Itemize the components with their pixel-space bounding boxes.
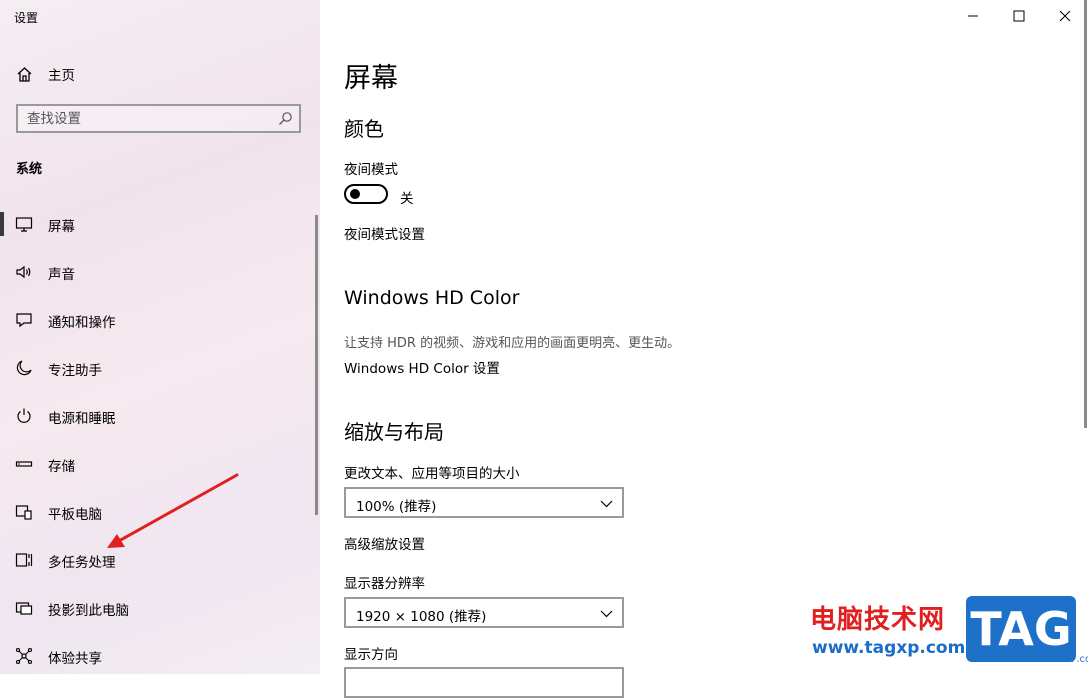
main-content: 屏幕 颜色 夜间模式 关 夜间模式设置 Windows HD Color 让支持… — [344, 0, 1064, 698]
sidebar-item-label: 声音 — [48, 267, 75, 283]
home-label: 主页 — [48, 68, 75, 84]
notification-icon — [16, 313, 32, 328]
speaker-icon — [16, 265, 31, 279]
sidebar-item-shared-experiences[interactable]: 体验共享 — [0, 632, 320, 674]
scale-layout-heading: 缩放与布局 — [344, 420, 444, 444]
sidebar-item-tablet[interactable]: 平板电脑 — [0, 488, 320, 536]
color-heading: 颜色 — [344, 117, 384, 141]
storage-icon — [15, 461, 33, 467]
sidebar: 设置 主页 系统 屏幕 声音 通知和操作 专注助手 电源和睡眠 — [0, 0, 320, 674]
night-mode-toggle[interactable] — [344, 184, 388, 204]
tablet-icon — [15, 505, 32, 520]
night-mode-label: 夜间模式 — [344, 162, 398, 178]
sidebar-item-label: 平板电脑 — [48, 507, 102, 523]
chevron-down-icon — [600, 610, 613, 618]
sidebar-nav: 屏幕 声音 通知和操作 专注助手 电源和睡眠 存储 平板电脑 多任务处理 投影到… — [0, 200, 320, 674]
chevron-down-icon — [600, 500, 613, 508]
orientation-dropdown[interactable] — [344, 667, 624, 698]
sidebar-item-sound[interactable]: 声音 — [0, 248, 320, 296]
home-link[interactable]: 主页 — [16, 64, 75, 84]
sidebar-item-label: 体验共享 — [48, 651, 102, 667]
share-icon — [15, 647, 33, 665]
sidebar-item-project[interactable]: 投影到此电脑 — [0, 584, 320, 632]
monitor-icon — [15, 217, 33, 232]
sidebar-item-label: 多任务处理 — [48, 555, 116, 571]
sidebar-item-label: 专注助手 — [48, 363, 102, 379]
resolution-label: 显示器分辨率 — [344, 576, 425, 592]
resolution-value: 1920 × 1080 (推荐) — [356, 609, 487, 625]
sidebar-item-focus-assist[interactable]: 专注助手 — [0, 344, 320, 392]
sidebar-item-label: 投影到此电脑 — [48, 603, 129, 619]
text-size-value: 100% (推荐) — [356, 499, 437, 515]
moon-icon — [16, 360, 32, 376]
sidebar-item-label: 屏幕 — [48, 219, 75, 235]
night-mode-state: 关 — [400, 191, 414, 207]
resolution-dropdown[interactable]: 1920 × 1080 (推荐) — [344, 597, 624, 628]
sidebar-item-label: 电源和睡眠 — [48, 411, 116, 427]
sidebar-item-label: 存储 — [48, 459, 75, 475]
power-icon — [17, 408, 31, 423]
sidebar-item-notifications[interactable]: 通知和操作 — [0, 296, 320, 344]
text-size-dropdown[interactable]: 100% (推荐) — [344, 487, 624, 518]
section-label: 系统 — [16, 162, 43, 177]
hdr-heading: Windows HD Color — [344, 287, 520, 309]
search-box[interactable] — [16, 104, 301, 133]
sidebar-item-storage[interactable]: 存储 — [0, 440, 320, 488]
sidebar-item-label: 通知和操作 — [48, 315, 116, 331]
sidebar-item-power[interactable]: 电源和睡眠 — [0, 392, 320, 440]
multitask-icon — [15, 553, 33, 567]
search-input[interactable] — [27, 110, 267, 128]
window-title: 设置 — [14, 11, 39, 25]
hdr-description: 让支持 HDR 的视频、游戏和应用的画面更明亮、更生动。 — [344, 336, 681, 351]
project-icon — [15, 602, 33, 615]
page-title: 屏幕 — [344, 63, 398, 94]
main-scrollbar[interactable] — [1084, 0, 1087, 428]
search-icon[interactable] — [278, 111, 293, 126]
orientation-label: 显示方向 — [344, 647, 398, 663]
home-icon — [17, 66, 32, 82]
advanced-scaling-link[interactable]: 高级缩放设置 — [344, 533, 425, 553]
sidebar-scrollbar[interactable] — [315, 215, 318, 515]
sidebar-item-multitasking[interactable]: 多任务处理 — [0, 536, 320, 584]
sidebar-item-display[interactable]: 屏幕 — [0, 200, 320, 248]
text-size-label: 更改文本、应用等项目的大小 — [344, 466, 520, 482]
toggle-knob — [350, 189, 360, 199]
night-mode-settings-link[interactable]: 夜间模式设置 — [344, 223, 425, 243]
hdr-settings-link[interactable]: Windows HD Color 设置 — [344, 357, 500, 377]
